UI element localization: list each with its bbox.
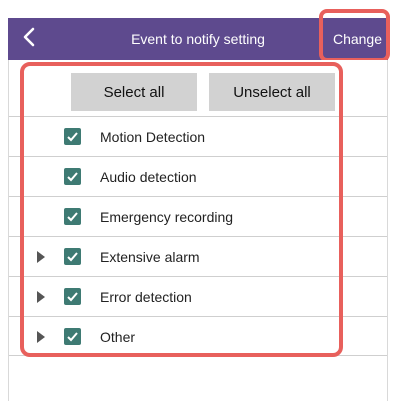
item-label: Extensive alarm (100, 249, 200, 265)
list-item[interactable]: Audio detection (9, 156, 387, 196)
list-item[interactable]: Error detection (9, 276, 387, 316)
item-label: Emergency recording (100, 209, 234, 225)
checkbox-checked-icon[interactable] (64, 248, 81, 265)
item-label: Audio detection (100, 169, 197, 185)
expand-arrow-icon[interactable] (37, 291, 45, 303)
checkbox-checked-icon[interactable] (64, 328, 81, 345)
event-notify-screen: Event to notify setting Change Select al… (0, 0, 396, 401)
page-title: Event to notify setting (131, 31, 265, 47)
select-all-button[interactable]: Select all (71, 73, 197, 111)
chevron-left-icon (22, 27, 36, 52)
unselect-all-button[interactable]: Unselect all (209, 73, 335, 111)
item-label: Motion Detection (100, 129, 206, 145)
header-bar: Event to notify setting Change (8, 18, 388, 60)
back-button[interactable] (14, 18, 44, 60)
selection-buttons: Select all Unselect all (71, 73, 335, 111)
content-area: Select all Unselect all Motion Detection… (8, 60, 388, 401)
expand-arrow-icon[interactable] (37, 251, 45, 263)
item-label: Other (100, 329, 136, 345)
checkbox-checked-icon[interactable] (64, 168, 81, 185)
list-item[interactable]: Motion Detection (9, 116, 387, 156)
list-item[interactable]: Emergency recording (9, 196, 387, 236)
change-button[interactable]: Change (333, 18, 382, 60)
list-item[interactable]: Extensive alarm (9, 236, 387, 276)
checkbox-checked-icon[interactable] (64, 208, 81, 225)
checkbox-checked-icon[interactable] (64, 288, 81, 305)
checkbox-checked-icon[interactable] (64, 128, 81, 145)
list-item[interactable]: Other (9, 316, 387, 356)
expand-arrow-icon[interactable] (37, 331, 45, 343)
event-list: Motion Detection Audio detection Emergen… (9, 116, 387, 356)
item-label: Error detection (100, 289, 192, 305)
